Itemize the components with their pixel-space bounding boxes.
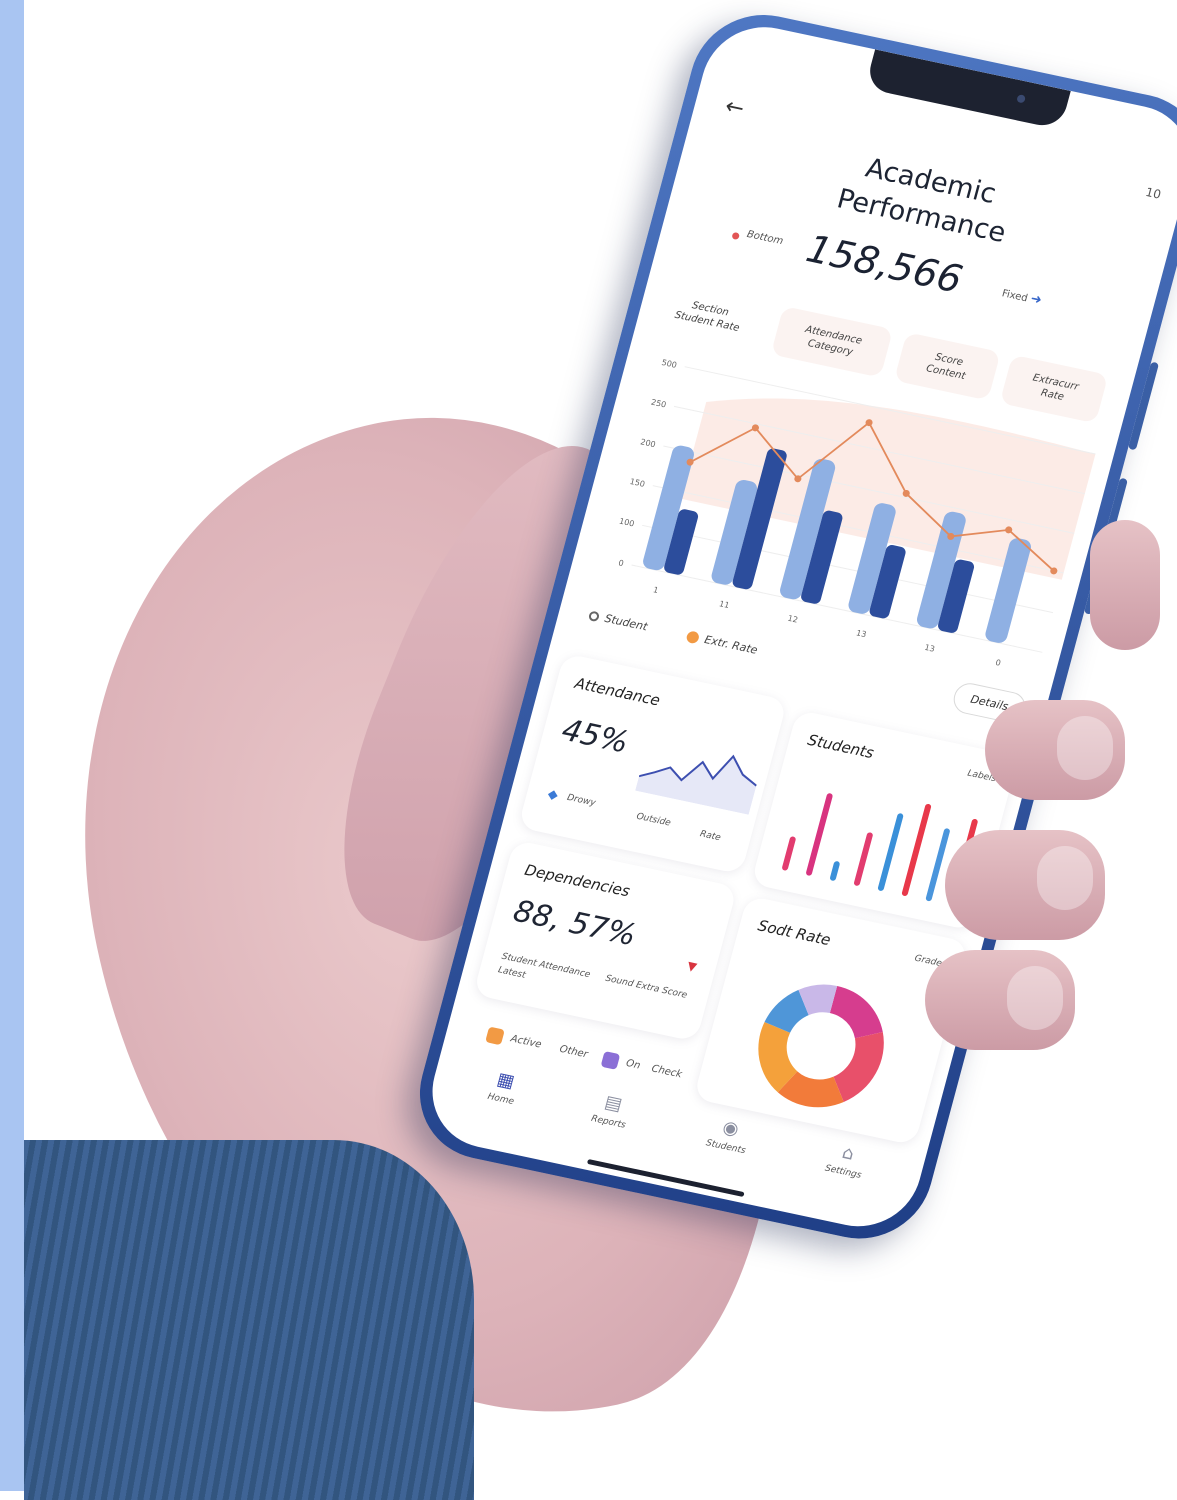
fingernail xyxy=(1037,846,1093,910)
y-tick-label: 100 xyxy=(618,517,635,529)
attendance-sparkline xyxy=(635,754,758,815)
kpi-link[interactable]: Fixed ➜ xyxy=(1000,285,1044,309)
attendance-label: Rate xyxy=(698,829,722,844)
tab-attendance[interactable]: Attendance Category xyxy=(770,305,894,378)
legend-dot-icon xyxy=(685,629,701,644)
legend-circle-icon xyxy=(587,609,601,622)
legend-item-student: Student xyxy=(587,608,649,634)
building-icon: ⌂ xyxy=(839,1142,857,1165)
legend-item-extra: Extr. Rate xyxy=(685,629,759,657)
dependencies-value: 88, 57% xyxy=(509,893,640,954)
card-title: Students xyxy=(805,730,876,763)
notch xyxy=(864,49,1071,130)
card-title: Attendance xyxy=(572,674,663,710)
legend-label: Check xyxy=(650,1063,684,1081)
x-tick-label: 1 xyxy=(652,585,659,595)
finger xyxy=(1090,520,1160,650)
y-tick-label: 150 xyxy=(629,477,646,489)
left-accent-bar xyxy=(0,0,24,1491)
camera-dot xyxy=(1016,94,1027,104)
attendance-value: 45% xyxy=(558,712,633,761)
finger xyxy=(925,950,1075,1050)
diamond-icon xyxy=(547,790,558,800)
legend-label: Extr. Rate xyxy=(702,633,759,657)
student-bar xyxy=(901,803,932,896)
arrow-right-icon: ➜ xyxy=(1028,291,1044,309)
nav-item-settings[interactable]: ⌂ Settings xyxy=(803,1135,890,1185)
finger xyxy=(985,700,1125,800)
nav-label: Settings xyxy=(823,1163,863,1181)
student-bar xyxy=(782,836,796,871)
legend-label: On xyxy=(624,1057,642,1072)
legend-label: Student xyxy=(603,611,649,634)
dependencies-note: Latest xyxy=(496,965,527,981)
fingernail xyxy=(1007,966,1063,1030)
y-tick-label: 250 xyxy=(650,398,667,410)
x-tick-label: 13 xyxy=(924,643,936,654)
student-bar xyxy=(853,832,873,886)
nav-label: Home xyxy=(486,1091,515,1108)
y-tick-label: 200 xyxy=(639,437,656,449)
kpi-label: Bottom xyxy=(745,228,785,248)
y-tick-label: 0 xyxy=(617,558,624,568)
back-arrow-icon[interactable]: ← xyxy=(722,94,747,122)
nav-item-students[interactable]: ◉ Students xyxy=(685,1110,772,1160)
sweater-sleeve xyxy=(24,1140,474,1500)
kpi-link-label: Fixed xyxy=(1000,288,1029,305)
tab-section[interactable]: Section Student Rate xyxy=(655,281,762,349)
trend-down-icon: ▼ xyxy=(685,958,699,975)
legend-label: Active xyxy=(509,1033,543,1051)
student-bar xyxy=(877,813,904,891)
x-tick-label: 12 xyxy=(787,614,799,625)
card-title: Dependencies xyxy=(522,860,632,901)
finger xyxy=(945,830,1105,940)
card-title: Sodt Rate xyxy=(755,916,833,950)
legend-square-icon xyxy=(600,1051,621,1070)
grades-donut-chart xyxy=(758,984,884,1108)
attendance-label: Drowy xyxy=(565,792,597,809)
attendance-card[interactable]: Attendance 45% Drowy Outside Rate xyxy=(517,652,788,875)
dependencies-note: Sound Extra Score xyxy=(604,973,689,1001)
x-tick-label: 13 xyxy=(855,628,867,639)
nav-label: Reports xyxy=(589,1113,627,1131)
people-icon: ◉ xyxy=(720,1116,742,1141)
status-text: 10 xyxy=(1143,184,1163,202)
tab-score[interactable]: Score Content xyxy=(893,332,1001,401)
legend-label: Other xyxy=(558,1043,589,1061)
fingernail xyxy=(1057,716,1113,780)
attendance-label: Outside xyxy=(635,811,672,829)
dependencies-card[interactable]: Dependencies 88, 57% ▼ Student Attendanc… xyxy=(473,839,738,1042)
student-bar xyxy=(806,793,833,876)
kpi-dot xyxy=(731,231,741,241)
legend-square-icon xyxy=(485,1026,505,1046)
tab-extracurricular[interactable]: Extracurr Rate xyxy=(999,354,1109,424)
student-bar xyxy=(830,861,840,881)
x-tick-label: 0 xyxy=(995,658,1002,668)
y-tick-label: 500 xyxy=(661,358,678,370)
x-tick-label: 11 xyxy=(718,599,730,610)
